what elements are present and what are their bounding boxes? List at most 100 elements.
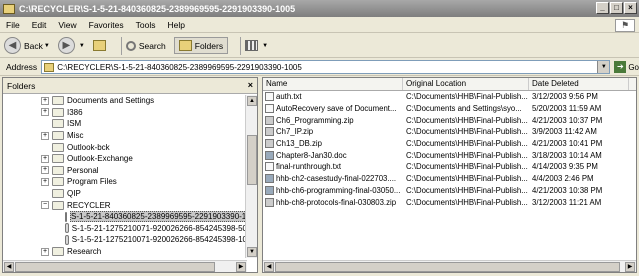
folders-horizontal-scrollbar[interactable]: ◀ ▶ [3, 260, 247, 272]
windows-logo-icon: ⚑ [615, 19, 635, 32]
file-row[interactable]: Chapter8-Jan30.doc C:\Documents\HHB\Fina… [263, 149, 636, 161]
tree-item-ism[interactable]: ISM [3, 118, 247, 130]
expand-icon[interactable]: + [41, 166, 49, 175]
column-header-date-deleted[interactable]: Date Deleted [529, 78, 629, 90]
toolbar-divider [120, 36, 122, 55]
address-input[interactable]: C:\RECYCLER\S-1-5-21-840360825-238996959… [41, 60, 611, 74]
tree-item-recycler-sid-3[interactable]: S-1-5-21-1275210071-920026266-854245398-… [3, 234, 247, 246]
expand-icon[interactable]: + [41, 131, 49, 140]
folders-button[interactable]: Folders [173, 37, 229, 54]
file-name: Chapter8-Jan30.doc [276, 150, 347, 160]
folder-icon [52, 131, 64, 141]
zip-file-icon [265, 127, 274, 137]
file-row[interactable]: auth.txt C:\Documents\HHB\Final-Publish.… [263, 91, 636, 103]
column-header-name[interactable]: Name [263, 78, 403, 90]
file-row[interactable]: Ch7_IP.zip C:\Documents\HHB\Final-Publis… [263, 126, 636, 138]
scroll-down-icon[interactable]: ▼ [247, 247, 257, 257]
scroll-left-icon[interactable]: ◀ [4, 262, 14, 272]
word-document-icon [265, 174, 274, 184]
file-row[interactable]: final-runthrough.txt C:\Documents\HHB\Fi… [263, 161, 636, 173]
go-label: Go [628, 62, 639, 72]
tree-item-personal[interactable]: + Personal [3, 165, 247, 177]
scroll-thumb[interactable] [15, 262, 215, 272]
menu-edit[interactable]: Edit [32, 20, 47, 30]
file-row[interactable]: Ch6_Programming.zip C:\Documents\HHB\Fin… [263, 114, 636, 126]
menu-help[interactable]: Help [167, 20, 184, 30]
search-button[interactable]: Search [125, 40, 166, 51]
file-location: C:\Documents\HHB\Final-Publish... [406, 139, 528, 149]
file-date: 3/18/2003 10:14 AM [532, 150, 602, 160]
expand-icon[interactable]: + [41, 96, 49, 105]
menu-tools[interactable]: Tools [136, 20, 156, 30]
address-bar: Address C:\RECYCLER\S-1-5-21-840360825-2… [0, 59, 639, 76]
scroll-thumb[interactable] [247, 135, 257, 185]
forward-button[interactable]: ▶ ▼ [57, 37, 85, 54]
back-button[interactable]: ◀ Back ▼ [4, 37, 50, 54]
tree-item-i386[interactable]: + I386 [3, 107, 247, 119]
expand-icon[interactable]: + [41, 154, 49, 163]
folder-icon [52, 107, 64, 117]
menu-view[interactable]: View [58, 20, 76, 30]
file-date: 4/14/2003 9:35 PM [532, 162, 598, 172]
address-dropdown-button[interactable]: ▼ [597, 61, 610, 73]
folder-icon [52, 177, 64, 187]
recycle-bin-icon [65, 234, 69, 245]
chevron-down-icon: ▼ [262, 42, 269, 49]
minimize-button[interactable]: _ [596, 2, 609, 14]
folders-icon [178, 40, 192, 51]
file-name: Ch6_Programming.zip [276, 115, 354, 125]
file-location: C:\Documents\HHB\Final-Publish... [406, 197, 528, 207]
tree-item-label: Outlook-Exchange [67, 154, 133, 164]
file-row[interactable]: AutoRecovery save of Document... C:\Docu… [263, 103, 636, 115]
up-folder-icon [92, 40, 106, 51]
file-row[interactable]: hhb-ch6-programming-final-03050... C:\Do… [263, 185, 636, 197]
tree-item-research[interactable]: + Research [3, 246, 247, 258]
file-row[interactable]: hhb-ch8-protocols-final-030803.zip C:\Do… [263, 196, 636, 208]
folder-icon [52, 200, 64, 210]
file-date: 4/21/2003 10:41 PM [532, 139, 603, 149]
chevron-down-icon: ▼ [43, 42, 50, 49]
folders-vertical-scrollbar[interactable]: ▲ ▼ [245, 95, 257, 258]
scroll-right-icon[interactable]: ▶ [236, 262, 246, 272]
tree-item-label: S-1-5-21-1275210071-920026266-854245398-… [71, 235, 247, 245]
maximize-button[interactable]: □ [610, 2, 623, 14]
up-folder-button[interactable] [92, 40, 109, 51]
folders-label: Folders [194, 40, 224, 51]
tree-item-misc[interactable]: + Misc [3, 130, 247, 142]
tree-item-label: Research [67, 247, 102, 257]
menu-file[interactable]: File [6, 20, 20, 30]
file-row[interactable]: Ch13_DB.zip C:\Documents\HHB\Final-Publi… [263, 138, 636, 150]
folders-pane-header: Folders × [3, 78, 257, 94]
scroll-left-icon[interactable]: ◀ [264, 262, 274, 272]
tree-item-documents-and-settings[interactable]: + Documents and Settings [3, 95, 247, 107]
column-header-original-location[interactable]: Original Location [403, 78, 529, 90]
word-document-icon [265, 185, 274, 195]
tree-item-program-files[interactable]: + Program Files [3, 176, 247, 188]
folder-icon [52, 189, 64, 199]
tree-item-outlook-bck[interactable]: Outlook-bck [3, 141, 247, 153]
tree-item-outlook-exchange[interactable]: + Outlook-Exchange [3, 153, 247, 165]
tree-item-recycler-sid-2[interactable]: S-1-5-21-1275210071-920026266-854245398-… [3, 223, 247, 235]
file-location: C:\Documents\HHB\Final-Publish... [406, 92, 528, 102]
close-icon[interactable]: × [248, 80, 253, 90]
menu-favorites[interactable]: Favorites [89, 20, 124, 30]
tree-item-qip[interactable]: QIP [3, 188, 247, 200]
close-button[interactable]: × [624, 2, 637, 14]
tree-item-recycler-sid-1[interactable]: S-1-5-21-840360825-2389969595-2291903390… [3, 211, 248, 223]
expand-icon[interactable]: + [41, 247, 49, 256]
scroll-up-icon[interactable]: ▲ [247, 96, 257, 106]
file-list-horizontal-scrollbar[interactable]: ◀ ▶ [263, 260, 636, 272]
go-button[interactable]: ➔ Go [614, 61, 639, 73]
recycle-bin-icon [65, 223, 69, 234]
views-button[interactable]: ▼ [245, 40, 268, 51]
file-row[interactable]: hhb-ch2-casestudy-final-022703.... C:\Do… [263, 173, 636, 185]
tree-item-recycler[interactable]: − RECYCLER [3, 199, 247, 211]
expand-icon[interactable]: + [41, 177, 49, 186]
file-name: auth.txt [276, 92, 302, 102]
collapse-icon[interactable]: − [41, 201, 49, 210]
expand-icon[interactable]: + [41, 108, 49, 117]
file-date: 4/4/2003 2:46 PM [532, 174, 594, 184]
file-date: 4/21/2003 10:37 PM [532, 115, 603, 125]
scroll-thumb[interactable] [275, 262, 620, 272]
scroll-right-icon[interactable]: ▶ [625, 262, 635, 272]
